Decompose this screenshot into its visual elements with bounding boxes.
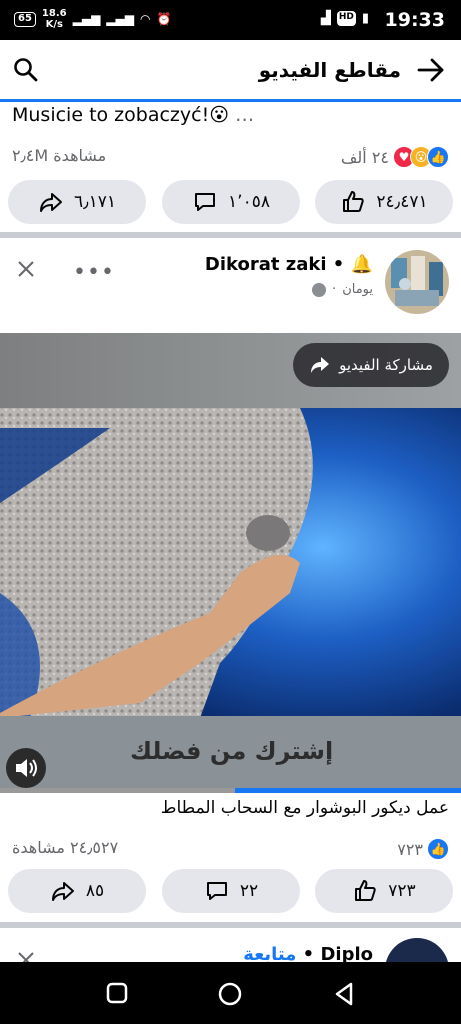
video-overlay-text: إشترك من فضلك <box>130 737 334 765</box>
share-count: ٦٫١٧١ <box>73 192 117 212</box>
battery-indicator: 65 <box>14 11 36 27</box>
sound-toggle[interactable] <box>6 748 46 788</box>
like-reaction-icon: 👍 <box>427 838 449 860</box>
page-title: مقاطع الفيديو <box>258 58 401 82</box>
post-caption-text: Musicie to zobaczyć!😮 <box>12 104 230 126</box>
post-stats: ٢٤٫٥٢٧ مشاهدة ٧٢٣ 👍 <box>12 838 449 862</box>
signal-strength-icon: ▟ <box>320 11 331 26</box>
post-time: يومان <box>342 282 373 297</box>
like-button[interactable]: ٢٤٫٤٧١ <box>315 180 453 224</box>
network-speed-unit: K/s <box>45 19 63 30</box>
share-count: ٨٥ <box>85 881 105 901</box>
more-options-icon[interactable]: ••• <box>73 260 115 285</box>
alarm-icon: ⏰ <box>156 12 172 26</box>
video-progress-fill <box>235 788 461 793</box>
like-reaction-icon: 👍 <box>427 146 449 168</box>
share-video-label: مشاركة الفيديو <box>339 356 433 374</box>
thumbs-up-icon <box>343 191 365 212</box>
page-avatar[interactable] <box>385 938 449 962</box>
app-header: مقاطع الفيديو <box>0 40 461 102</box>
see-more-link[interactable]: … <box>235 104 254 126</box>
wifi-icon: ◠ <box>139 12 151 26</box>
page-name-text: Dikorat zaki <box>204 254 327 275</box>
share-arrow-icon <box>311 357 330 373</box>
thumbs-up-icon <box>355 880 376 901</box>
page-name[interactable]: متابعة • Diplo <box>243 944 373 962</box>
post-separator <box>0 232 461 238</box>
comment-button[interactable]: ٢٢ <box>162 869 300 913</box>
share-button[interactable]: ٨٥ <box>8 869 146 913</box>
video-frame <box>0 333 461 788</box>
next-post-header: متابعة • Diplo <box>0 928 461 962</box>
like-count: ٧٢٣ <box>388 881 416 901</box>
back-arrow-icon[interactable] <box>415 54 447 86</box>
recent-apps-icon[interactable] <box>106 982 128 1004</box>
post-meta: · يومان <box>312 282 373 297</box>
comment-icon <box>206 882 227 900</box>
follow-button[interactable]: متابعة <box>243 944 296 962</box>
comment-count: ٢٢ <box>239 881 259 901</box>
network-speed: 18.6 K/s <box>42 8 67 30</box>
comment-button[interactable]: ١٬٠٥٨ <box>162 180 300 224</box>
bullet-separator: • <box>332 254 351 275</box>
system-nav-bar <box>0 962 461 1024</box>
view-count: ٢٫٤M مشاهدة <box>12 146 107 165</box>
view-count: ٢٤٫٥٢٧ مشاهدة <box>12 838 119 857</box>
signal-icon-2: ▂▄▆ <box>106 12 134 26</box>
signal-icon: ▂▄▆ <box>72 12 101 26</box>
like-button[interactable]: ٧٢٣ <box>315 869 453 913</box>
share-button[interactable]: ٦٫١٧١ <box>8 180 146 224</box>
status-bar: 65 18.6 K/s ▂▄▆ ▂▄▆ ◠ ⏰ ▟ HD ▮ 19:33 <box>0 0 461 40</box>
reaction-count: ٢٤ ألف <box>340 147 389 167</box>
share-video-button[interactable]: مشاركة الفيديو <box>293 343 449 387</box>
reaction-summary[interactable]: ٧٢٣ 👍 <box>397 838 449 860</box>
post-caption: Musicie to zobaczyć!😮 … <box>12 104 449 126</box>
bullet-separator: • <box>302 944 321 962</box>
page-name-text: Diplo <box>320 944 373 962</box>
close-icon[interactable] <box>16 950 36 962</box>
post-stats: ٢٫٤M مشاهدة ٢٤ ألف ♥ 😮 👍 <box>12 146 449 170</box>
battery-icon: ▮ <box>361 11 369 26</box>
globe-icon <box>312 282 327 297</box>
clock: 19:33 <box>384 9 445 31</box>
close-icon[interactable] <box>16 259 36 279</box>
page-name[interactable]: Dikorat zaki • 🔔 <box>205 254 373 275</box>
speaker-icon <box>16 759 37 777</box>
page-avatar[interactable] <box>385 250 449 314</box>
search-icon[interactable] <box>12 56 40 84</box>
reaction-count: ٧٢٣ <box>397 839 423 859</box>
post-caption: عمل ديكور البوشوار مع السحاب المطاط <box>160 798 449 818</box>
share-icon <box>51 882 74 901</box>
comment-icon <box>195 193 216 211</box>
back-icon[interactable] <box>332 981 356 1007</box>
avatar-image <box>385 250 449 314</box>
reaction-summary[interactable]: ٢٤ ألف ♥ 😮 👍 <box>341 146 449 168</box>
meta-dot: · <box>332 282 337 297</box>
hd-voice-icon: HD <box>336 11 356 26</box>
bell-icon[interactable]: 🔔 <box>351 254 373 275</box>
network-speed-value: 18.6 <box>41 8 67 19</box>
share-icon <box>39 193 62 212</box>
video-progress-bar[interactable] <box>0 788 461 793</box>
comment-count: ١٬٠٥٨ <box>228 192 270 212</box>
home-icon[interactable] <box>217 981 243 1007</box>
like-count: ٢٤٫٤٧١ <box>376 192 428 212</box>
video-player[interactable]: مشاركة الفيديو إشترك من فضلك <box>0 333 461 793</box>
